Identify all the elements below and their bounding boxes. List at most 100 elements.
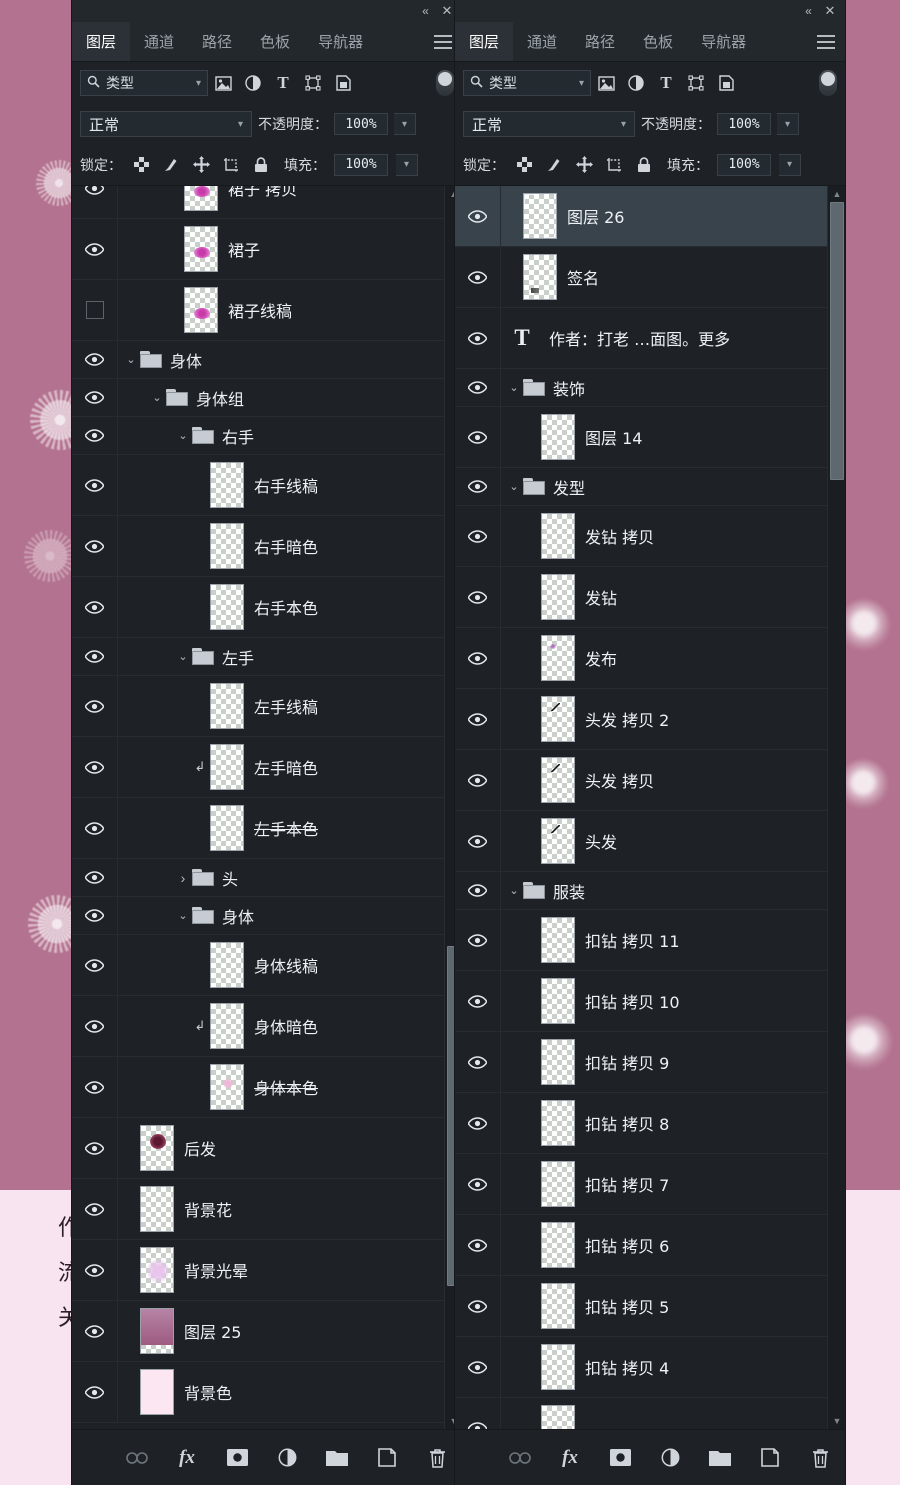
visibility-eye-icon[interactable] [455,407,501,467]
layer-row[interactable]: 头发 [455,811,827,872]
type-icon[interactable]: T [268,70,298,96]
layer-thumbnail[interactable] [184,186,218,211]
tab-channels[interactable]: 通道 [513,22,571,61]
layer-thumbnail[interactable] [210,462,244,508]
layer-thumbnail[interactable] [541,1039,575,1085]
chevron-down-icon[interactable]: ⌄ [505,882,523,900]
fx-icon[interactable]: fx [557,1445,583,1471]
visibility-eye-icon[interactable] [72,1362,118,1422]
visibility-eye-icon[interactable] [72,219,118,279]
layer-row[interactable]: 头发 拷贝 [455,750,827,811]
fx-icon[interactable]: fx [174,1445,200,1471]
new-layer-icon[interactable] [374,1445,400,1471]
layer-row[interactable]: 裙子线稿 [72,280,444,341]
lock-artboard-icon[interactable] [220,154,242,176]
layer-list-scrollbar[interactable]: ▲ ▼ [827,186,845,1429]
filter-toggle[interactable] [436,70,454,96]
visibility-eye-icon[interactable] [455,1154,501,1214]
layer-group-row[interactable]: ⌄ 装饰 [455,369,827,407]
scrollbar-thumb[interactable] [830,202,844,480]
layer-row[interactable]: ↲ 左手暗色 [72,737,444,798]
visibility-eye-icon[interactable] [72,996,118,1056]
visibility-off-icon[interactable] [72,280,118,340]
visibility-eye-icon[interactable] [455,1276,501,1336]
visibility-eye-icon[interactable] [72,798,118,858]
visibility-eye-icon[interactable] [455,506,501,566]
lock-transparent-icon[interactable] [130,154,152,176]
layer-row[interactable]: 图层 25 [72,1301,444,1362]
visibility-eye-icon[interactable] [455,811,501,871]
link-icon[interactable] [124,1445,150,1471]
smartobject-icon[interactable] [711,70,741,96]
visibility-eye-icon[interactable] [72,1118,118,1178]
visibility-eye-icon[interactable] [72,341,118,378]
layer-thumbnail[interactable] [140,1308,174,1354]
layer-thumbnail[interactable] [541,1405,575,1429]
layer-thumbnail[interactable] [140,1186,174,1232]
layer-row[interactable]: 扣钻 拷贝 8 [455,1093,827,1154]
layer-group-row[interactable]: ⌄ 左手 [72,638,444,676]
tab-channels[interactable]: 通道 [130,22,188,61]
layer-row[interactable]: 扣钻 拷贝 9 [455,1032,827,1093]
adjustment-icon[interactable] [274,1445,300,1471]
shape-icon[interactable] [298,70,328,96]
visibility-eye-icon[interactable] [72,1179,118,1239]
layer-thumbnail[interactable] [541,574,575,620]
lock-image-icon[interactable] [543,154,565,176]
layer-thumbnail[interactable] [210,523,244,569]
layer-thumbnail[interactable] [541,1161,575,1207]
visibility-eye-icon[interactable] [455,186,501,246]
link-icon[interactable] [507,1445,533,1471]
layer-row[interactable]: 签名 [455,247,827,308]
layer-row[interactable]: 右手本色 [72,577,444,638]
layer-row[interactable]: 右手暗色 [72,516,444,577]
layer-thumbnail[interactable] [210,744,244,790]
tab-swatches[interactable]: 色板 [246,22,304,61]
visibility-eye-icon[interactable] [455,308,501,368]
layer-group-row[interactable]: ⌄ 发型 [455,468,827,506]
lock-artboard-icon[interactable] [603,154,625,176]
visibility-eye-icon[interactable] [72,1057,118,1117]
layer-thumbnail[interactable] [210,1003,244,1049]
collapse-icon[interactable]: « [799,2,817,20]
layer-thumbnail[interactable] [210,942,244,988]
lock-image-icon[interactable] [160,154,182,176]
layer-thumbnail[interactable] [140,1369,174,1415]
visibility-eye-icon[interactable] [72,737,118,797]
tab-paths[interactable]: 路径 [571,22,629,61]
layer-row[interactable]: ↲ 身体暗色 [72,996,444,1057]
layer-row[interactable]: 扣钻 拷贝 7 [455,1154,827,1215]
mask-icon[interactable] [224,1445,250,1471]
fill-input[interactable]: 100% [717,153,771,176]
fill-chevron-down-icon[interactable]: ▾ [779,153,801,176]
new-group-icon[interactable] [324,1445,350,1471]
visibility-eye-icon[interactable] [455,628,501,688]
layer-row[interactable]: T 作者：打老 …面图。更多 [455,308,827,369]
layer-row[interactable]: 后发 [72,1118,444,1179]
layer-thumbnail[interactable] [541,818,575,864]
layer-thumbnail[interactable] [210,1064,244,1110]
mask-icon[interactable] [607,1445,633,1471]
layer-row[interactable]: 身体本色 [72,1057,444,1118]
layer-row[interactable]: 扣钻 拷贝 5 [455,1276,827,1337]
layer-thumbnail[interactable] [541,696,575,742]
layer-row[interactable]: 扣钻 拷贝 10 [455,971,827,1032]
visibility-eye-icon[interactable] [455,1032,501,1092]
layer-thumbnail[interactable] [140,1247,174,1293]
chevron-right-icon[interactable]: › [174,869,192,887]
visibility-eye-icon[interactable] [72,1301,118,1361]
layer-row[interactable]: 背景花 [72,1179,444,1240]
layer-row[interactable]: 裙子 拷贝 [72,186,444,219]
layer-list[interactable]: 裙子 拷贝 裙子 裙子线稿 ⌄ 身体 ⌄ 身体组 ⌄ 右手 右手线稿 右手暗色 右手本色 ⌄ 左手 左手线稿… [72,186,462,1429]
visibility-eye-icon[interactable] [72,417,118,454]
layer-kind-select[interactable]: 类型 ▾ [80,70,208,96]
layer-thumbnail[interactable] [523,193,557,239]
layer-group-row[interactable]: ⌄ 身体 [72,341,444,379]
visibility-eye-icon[interactable] [455,971,501,1031]
chevron-down-icon[interactable]: ⌄ [505,478,523,496]
layer-row[interactable]: 头发 拷贝 2 [455,689,827,750]
smartobject-icon[interactable] [328,70,358,96]
visibility-eye-icon[interactable] [72,379,118,416]
layer-thumbnail[interactable] [541,513,575,559]
fill-chevron-down-icon[interactable]: ▾ [396,153,418,176]
